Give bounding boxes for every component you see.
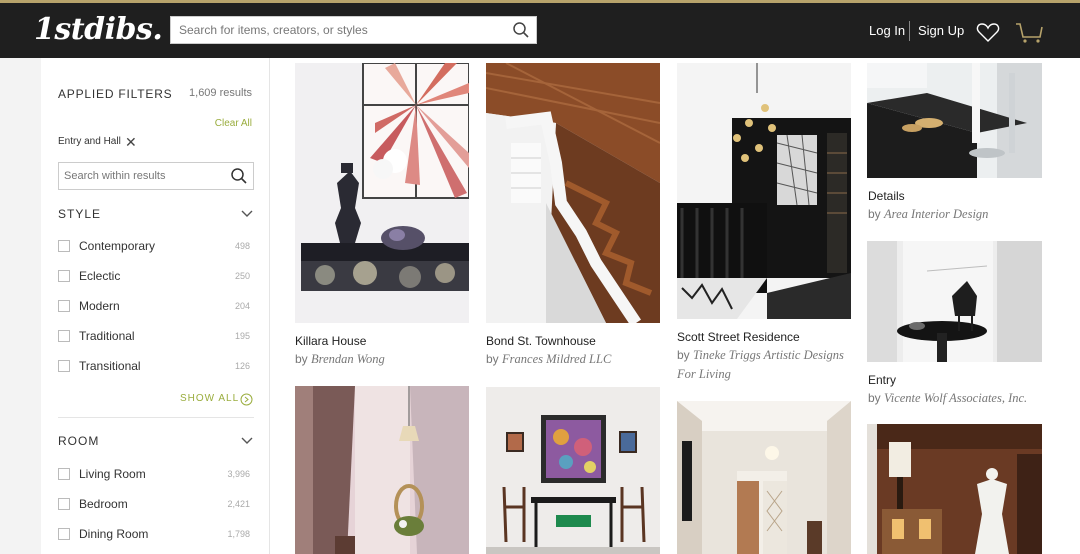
search-icon[interactable] — [230, 167, 248, 185]
room-option[interactable]: Dining Room 1,798 — [58, 526, 254, 542]
style-option[interactable]: Modern 204 — [58, 298, 254, 314]
site-logo[interactable]: 1stdibs. — [34, 12, 163, 47]
heart-icon[interactable] — [976, 21, 1000, 43]
designer-link[interactable]: Brendan Wong — [311, 352, 385, 366]
option-count: 2,421 — [227, 499, 250, 509]
designer-link[interactable]: Tineke Triggs Artistic Designs — [693, 348, 844, 362]
site-header: 1stdibs. Log In Sign Up — [0, 3, 1080, 58]
project-image[interactable] — [677, 401, 851, 554]
project-designer: by Brendan Wong — [295, 352, 385, 366]
signup-link[interactable]: Sign Up — [918, 23, 964, 38]
results-search — [58, 162, 254, 190]
site-search-input[interactable] — [171, 17, 501, 43]
results-count: 1,609 results — [189, 87, 252, 99]
right-gutter — [1050, 58, 1080, 554]
option-label: Contemporary — [79, 239, 156, 253]
results-search-input[interactable] — [59, 163, 224, 189]
designer-link[interactable]: Vicente Wolf Associates, Inc. — [884, 391, 1027, 405]
option-count: 204 — [234, 301, 250, 311]
project-image[interactable] — [486, 387, 660, 554]
project-title[interactable]: Bond St. Townhouse — [486, 334, 596, 348]
project-image-killara-house[interactable] — [295, 63, 469, 323]
project-title[interactable]: Scott Street Residence — [677, 330, 800, 344]
designer-link[interactable]: Frances Mildred LLC — [502, 352, 611, 366]
checkbox[interactable] — [58, 468, 70, 480]
option-label: Living Room — [79, 467, 146, 481]
clear-all-link[interactable]: Clear All — [215, 118, 252, 129]
style-option[interactable]: Transitional 126 — [58, 358, 254, 374]
checkbox[interactable] — [58, 360, 70, 372]
option-label: Modern — [79, 299, 120, 313]
project-image-entry[interactable] — [867, 241, 1042, 362]
project-designer: by Vicente Wolf Associates, Inc. — [868, 391, 1028, 405]
project-title[interactable]: Entry — [868, 373, 896, 387]
option-label: Eclectic — [79, 269, 121, 283]
option-count: 1,798 — [227, 529, 250, 539]
project-designer: by Tineke Triggs Artistic Designs — [677, 348, 844, 362]
designer-link[interactable]: For Living — [677, 367, 731, 381]
room-option[interactable]: Living Room 3,996 — [58, 466, 254, 482]
search-icon[interactable] — [512, 21, 530, 39]
chevron-down-icon[interactable] — [241, 210, 253, 218]
project-image-details[interactable] — [867, 63, 1042, 178]
option-count: 126 — [234, 361, 250, 371]
project-image[interactable] — [867, 424, 1042, 554]
applied-filter-chip: Entry and Hall — [58, 136, 121, 147]
left-gutter — [0, 58, 41, 554]
project-image[interactable] — [295, 386, 469, 554]
project-title[interactable]: Details — [868, 189, 905, 203]
project-image-bond-st-townhouse[interactable] — [486, 63, 660, 323]
arrow-circle-icon[interactable] — [240, 393, 253, 406]
header-separator — [909, 21, 910, 41]
checkbox[interactable] — [58, 270, 70, 282]
option-count: 3,996 — [227, 469, 250, 479]
checkbox[interactable] — [58, 330, 70, 342]
style-option[interactable]: Eclectic 250 — [58, 268, 254, 284]
style-option[interactable]: Traditional 195 — [58, 328, 254, 344]
chevron-down-icon[interactable] — [241, 437, 253, 445]
project-designer: by Frances Mildred LLC — [486, 352, 612, 366]
checkbox[interactable] — [58, 240, 70, 252]
section-divider — [58, 417, 254, 418]
option-count: 498 — [234, 241, 250, 251]
option-count: 195 — [234, 331, 250, 341]
site-search — [170, 16, 537, 44]
project-image-scott-street-residence[interactable] — [677, 63, 851, 319]
option-count: 250 — [234, 271, 250, 281]
cart-icon[interactable] — [1014, 20, 1044, 44]
login-link[interactable]: Log In — [869, 23, 905, 38]
checkbox[interactable] — [58, 528, 70, 540]
show-all-link[interactable]: SHOW ALL — [180, 393, 239, 404]
option-label: Transitional — [79, 359, 141, 373]
style-option[interactable]: Contemporary 498 — [58, 238, 254, 254]
project-title[interactable]: Killara House — [295, 334, 366, 348]
option-label: Bedroom — [79, 497, 128, 511]
applied-filters-title: APPLIED FILTERS — [58, 87, 173, 101]
option-label: Traditional — [79, 329, 135, 343]
checkbox[interactable] — [58, 498, 70, 510]
room-option[interactable]: Bedroom 2,421 — [58, 496, 254, 512]
option-label: Dining Room — [79, 527, 149, 541]
remove-filter-icon[interactable]: ✕ — [125, 134, 137, 151]
designer-link[interactable]: Area Interior Design — [884, 207, 988, 221]
room-section-title[interactable]: ROOM — [58, 434, 99, 448]
project-designer-continued: For Living — [677, 367, 731, 382]
project-designer: by Area Interior Design — [868, 207, 989, 221]
style-section-title[interactable]: STYLE — [58, 207, 101, 221]
filters-sidebar: APPLIED FILTERS 1,609 results Clear All … — [41, 58, 270, 554]
checkbox[interactable] — [58, 300, 70, 312]
